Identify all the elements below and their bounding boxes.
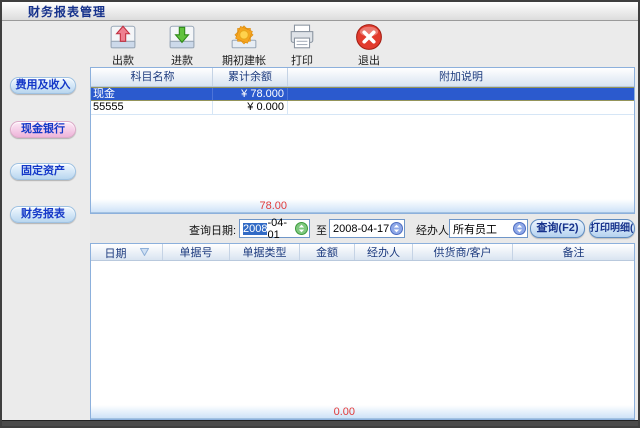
- column-header-subject-name[interactable]: 科目名称: [91, 68, 213, 86]
- main-panel: 科目名称 累计余额 附加说明 现金 ¥ 78.000 55555 ¥ 0.000…: [90, 67, 635, 420]
- exit-label: 退出: [337, 52, 401, 68]
- table-row[interactable]: 55555 ¥ 0.000: [91, 101, 634, 115]
- date-to-text: 2008-04-17: [333, 223, 389, 235]
- query-date-label: 查询日期:: [189, 222, 236, 238]
- date-header-label: 日期: [104, 248, 126, 260]
- date-from-spinner-icon[interactable]: [295, 222, 308, 235]
- date-to-spinner-icon[interactable]: [390, 222, 403, 235]
- operator-select[interactable]: 所有员工: [449, 219, 528, 238]
- query-bar: 查询日期: 2008-04-01 至 2008-04-17: [90, 214, 635, 243]
- column-header-amount[interactable]: 金额: [300, 244, 355, 260]
- date-to-input[interactable]: 2008-04-17: [329, 219, 405, 238]
- money-out-icon: [91, 23, 155, 51]
- print-label: 打印: [270, 52, 334, 68]
- window-body: 费用及收入 现金银行 固定资产 财务报表 科目名称 累计余额 附加说明 现金 ¥…: [2, 67, 638, 420]
- accounts-table-header: 科目名称 累计余额 附加说明: [91, 68, 634, 87]
- date-from-input[interactable]: 2008-04-01: [239, 219, 310, 238]
- column-header-date[interactable]: 日期: [91, 244, 163, 260]
- title-bar: 财务报表管理: [2, 2, 638, 21]
- sidebar-item-cash-bank[interactable]: 现金银行: [10, 121, 76, 138]
- column-header-doc-number[interactable]: 单据号: [163, 244, 230, 260]
- accounts-table-empty-area: [91, 115, 634, 198]
- money-in-icon: [150, 23, 214, 51]
- cell-note: [288, 101, 634, 114]
- cell-balance: ¥ 0.000: [213, 101, 288, 114]
- accounts-total-value: 78.00: [91, 199, 287, 212]
- operator-dropdown-icon[interactable]: [513, 222, 526, 235]
- toolbar: 出款 进款: [2, 21, 638, 67]
- operator-value: 所有员工: [453, 221, 497, 237]
- money-in-button[interactable]: 进款: [150, 23, 214, 68]
- init-ledger-icon: [212, 23, 276, 51]
- column-header-doc-type[interactable]: 单据类型: [230, 244, 300, 260]
- details-table: 日期 单据号 单据类型 金额 经办人 供货商/客户 备注 0.00: [90, 243, 635, 420]
- details-table-header: 日期 单据号 单据类型 金额 经办人 供货商/客户 备注: [91, 244, 634, 261]
- column-header-additional-notes[interactable]: 附加说明: [288, 68, 634, 86]
- operator-label: 经办人:: [416, 222, 452, 238]
- cell-note: [288, 88, 634, 100]
- accounts-total-bar: 78.00: [91, 198, 634, 213]
- exit-button[interactable]: 退出: [337, 23, 401, 68]
- window-title: 财务报表管理: [28, 3, 106, 20]
- cell-subject-name: 现金: [91, 88, 213, 100]
- sort-descending-icon: [140, 244, 149, 260]
- column-header-supplier-customer[interactable]: 供货商/客户: [413, 244, 513, 260]
- sidebar-item-expense-income[interactable]: 费用及收入: [10, 77, 76, 94]
- init-ledger-label: 期初建帐: [212, 52, 276, 68]
- money-out-button[interactable]: 出款: [91, 23, 155, 68]
- column-header-operator[interactable]: 经办人: [355, 244, 413, 260]
- details-total-value: 0.00: [91, 405, 355, 418]
- date-from-rest-text: -04-01: [267, 217, 295, 241]
- details-total-bar: 0.00: [91, 404, 634, 419]
- exit-icon: [337, 23, 401, 51]
- window-bottom-frame: [2, 420, 638, 426]
- accounts-table: 科目名称 累计余额 附加说明 现金 ¥ 78.000 55555 ¥ 0.000…: [90, 67, 635, 214]
- to-label: 至: [316, 222, 327, 238]
- cell-balance: ¥ 78.000: [213, 88, 288, 100]
- print-detail-button[interactable]: 打印明细(F3): [589, 219, 635, 238]
- query-button[interactable]: 查询(F2): [530, 219, 585, 238]
- details-table-empty-area: [91, 261, 634, 404]
- table-row[interactable]: 现金 ¥ 78.000: [91, 87, 634, 101]
- printer-icon: [270, 23, 334, 51]
- sidebar-item-fixed-assets[interactable]: 固定资产: [10, 163, 76, 180]
- column-header-cumulative-balance[interactable]: 累计余额: [213, 68, 288, 86]
- print-button[interactable]: 打印: [270, 23, 334, 68]
- sidebar-item-financial-reports[interactable]: 财务报表: [10, 206, 76, 223]
- sidebar: 费用及收入 现金银行 固定资产 财务报表: [2, 67, 90, 420]
- money-in-label: 进款: [150, 52, 214, 68]
- app-window: 财务报表管理 出款 进款: [0, 0, 640, 428]
- cell-subject-name: 55555: [91, 101, 213, 114]
- date-from-selected-text: 2008: [243, 223, 267, 235]
- init-ledger-button[interactable]: 期初建帐: [212, 23, 276, 68]
- column-header-remarks[interactable]: 备注: [513, 244, 634, 260]
- money-out-label: 出款: [91, 52, 155, 68]
